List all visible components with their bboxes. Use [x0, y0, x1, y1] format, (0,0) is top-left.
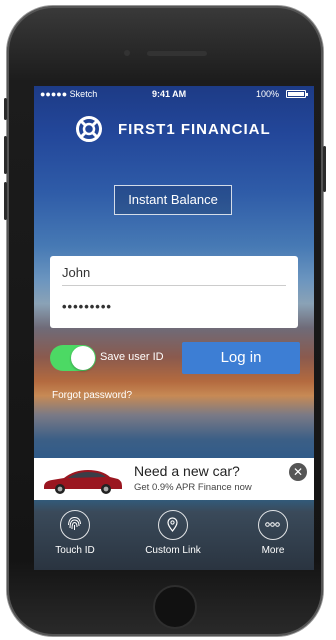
- forgot-password-link[interactable]: Forgot password?: [52, 390, 132, 401]
- instant-balance-button[interactable]: Instant Balance: [114, 185, 232, 215]
- more-dots-icon: [258, 510, 288, 540]
- ad-subtitle: Get 0.9% APR Finance now: [134, 482, 252, 493]
- front-camera: [124, 50, 130, 56]
- login-form: John •••••••••: [50, 256, 298, 328]
- earpiece-speaker: [147, 51, 207, 56]
- ad-title: Need a new car?: [134, 463, 240, 479]
- tab-more[interactable]: More: [238, 510, 308, 556]
- save-user-id-toggle[interactable]: [50, 345, 96, 371]
- location-pin-icon: [158, 510, 188, 540]
- tab-label-more: More: [261, 545, 285, 556]
- tab-custom-link[interactable]: Custom Link: [138, 510, 208, 556]
- close-icon[interactable]: ✕: [289, 463, 307, 481]
- tab-label-custom-link: Custom Link: [145, 545, 201, 556]
- toggle-knob: [71, 346, 95, 370]
- home-button[interactable]: [153, 585, 197, 629]
- tab-label-touch-id: Touch ID: [55, 545, 95, 556]
- status-bar: ●●●●● Sketch 9:41 AM 100%: [34, 86, 314, 102]
- carrier-label: ●●●●● Sketch: [40, 89, 98, 99]
- app-screen: ●●●●● Sketch 9:41 AM 100% FIRST1 FINANCI…: [34, 86, 314, 570]
- brand-name: FIRST1 FINANCIAL: [118, 121, 271, 138]
- mute-switch: [4, 98, 7, 120]
- status-time: 9:41 AM: [152, 89, 187, 99]
- username-field[interactable]: John: [62, 265, 286, 286]
- login-button[interactable]: Log in: [182, 342, 300, 374]
- life-ring-logo-icon: [76, 116, 102, 142]
- battery-icon: [286, 90, 308, 98]
- battery-percent: 100%: [256, 89, 280, 99]
- volume-down-button: [4, 182, 7, 220]
- power-button: [323, 146, 326, 192]
- save-user-id-label: Save user ID: [100, 351, 164, 363]
- fingerprint-icon: [60, 510, 90, 540]
- password-field[interactable]: •••••••••: [62, 299, 286, 319]
- car-image-icon: [44, 470, 122, 494]
- tab-touch-id[interactable]: Touch ID: [40, 510, 110, 556]
- car-loan-ad-banner[interactable]: Need a new car? Get 0.9% APR Finance now…: [34, 458, 314, 500]
- volume-up-button: [4, 136, 7, 174]
